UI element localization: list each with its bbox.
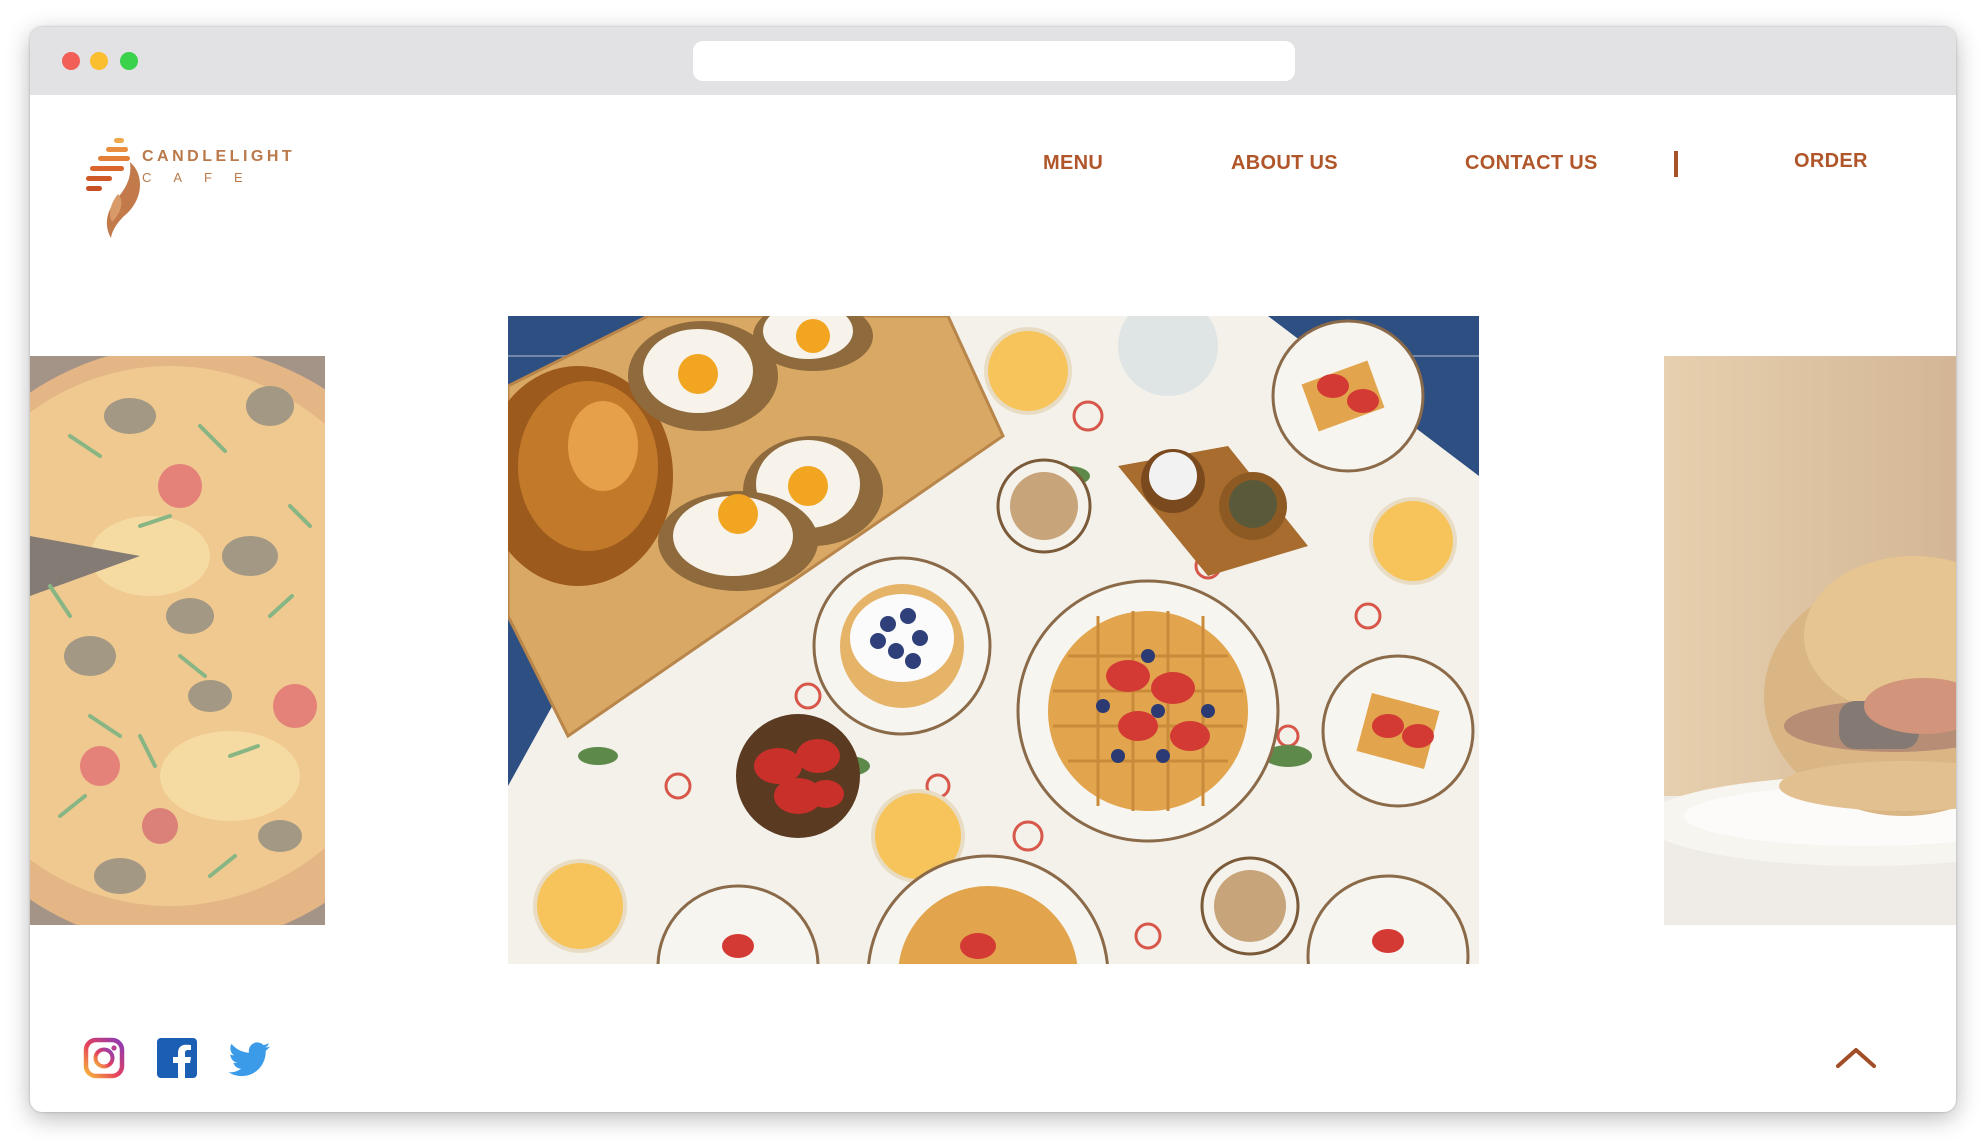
twitter-icon[interactable] xyxy=(229,1039,271,1081)
carousel-slide-next[interactable] xyxy=(1664,356,1956,925)
burger-photo xyxy=(1664,356,1956,925)
close-window-button[interactable] xyxy=(62,52,80,70)
browser-titlebar xyxy=(30,27,1956,95)
instagram-icon[interactable] xyxy=(83,1037,125,1079)
breakfast-table-photo xyxy=(508,316,1479,964)
carousel-slide-current[interactable] xyxy=(508,316,1479,964)
carousel-slide-prev[interactable] xyxy=(30,356,325,925)
chevron-up-icon[interactable] xyxy=(1832,1042,1880,1072)
maximize-window-button[interactable] xyxy=(120,52,138,70)
nav-order[interactable]: ORDER xyxy=(1794,150,1868,173)
brand-subtitle: CAFE xyxy=(142,170,265,185)
minimize-window-button[interactable] xyxy=(90,52,108,70)
nav-menu[interactable]: MENU xyxy=(1043,152,1103,175)
pizza-photo xyxy=(30,356,325,925)
brand-name: CANDLELIGHT xyxy=(142,148,296,165)
nav-about-us[interactable]: ABOUT US xyxy=(1231,152,1338,175)
facebook-icon[interactable] xyxy=(156,1037,198,1079)
nav-divider xyxy=(1674,151,1678,177)
address-bar[interactable] xyxy=(693,41,1295,81)
nav-contact-us[interactable]: CONTACT US xyxy=(1465,152,1598,175)
